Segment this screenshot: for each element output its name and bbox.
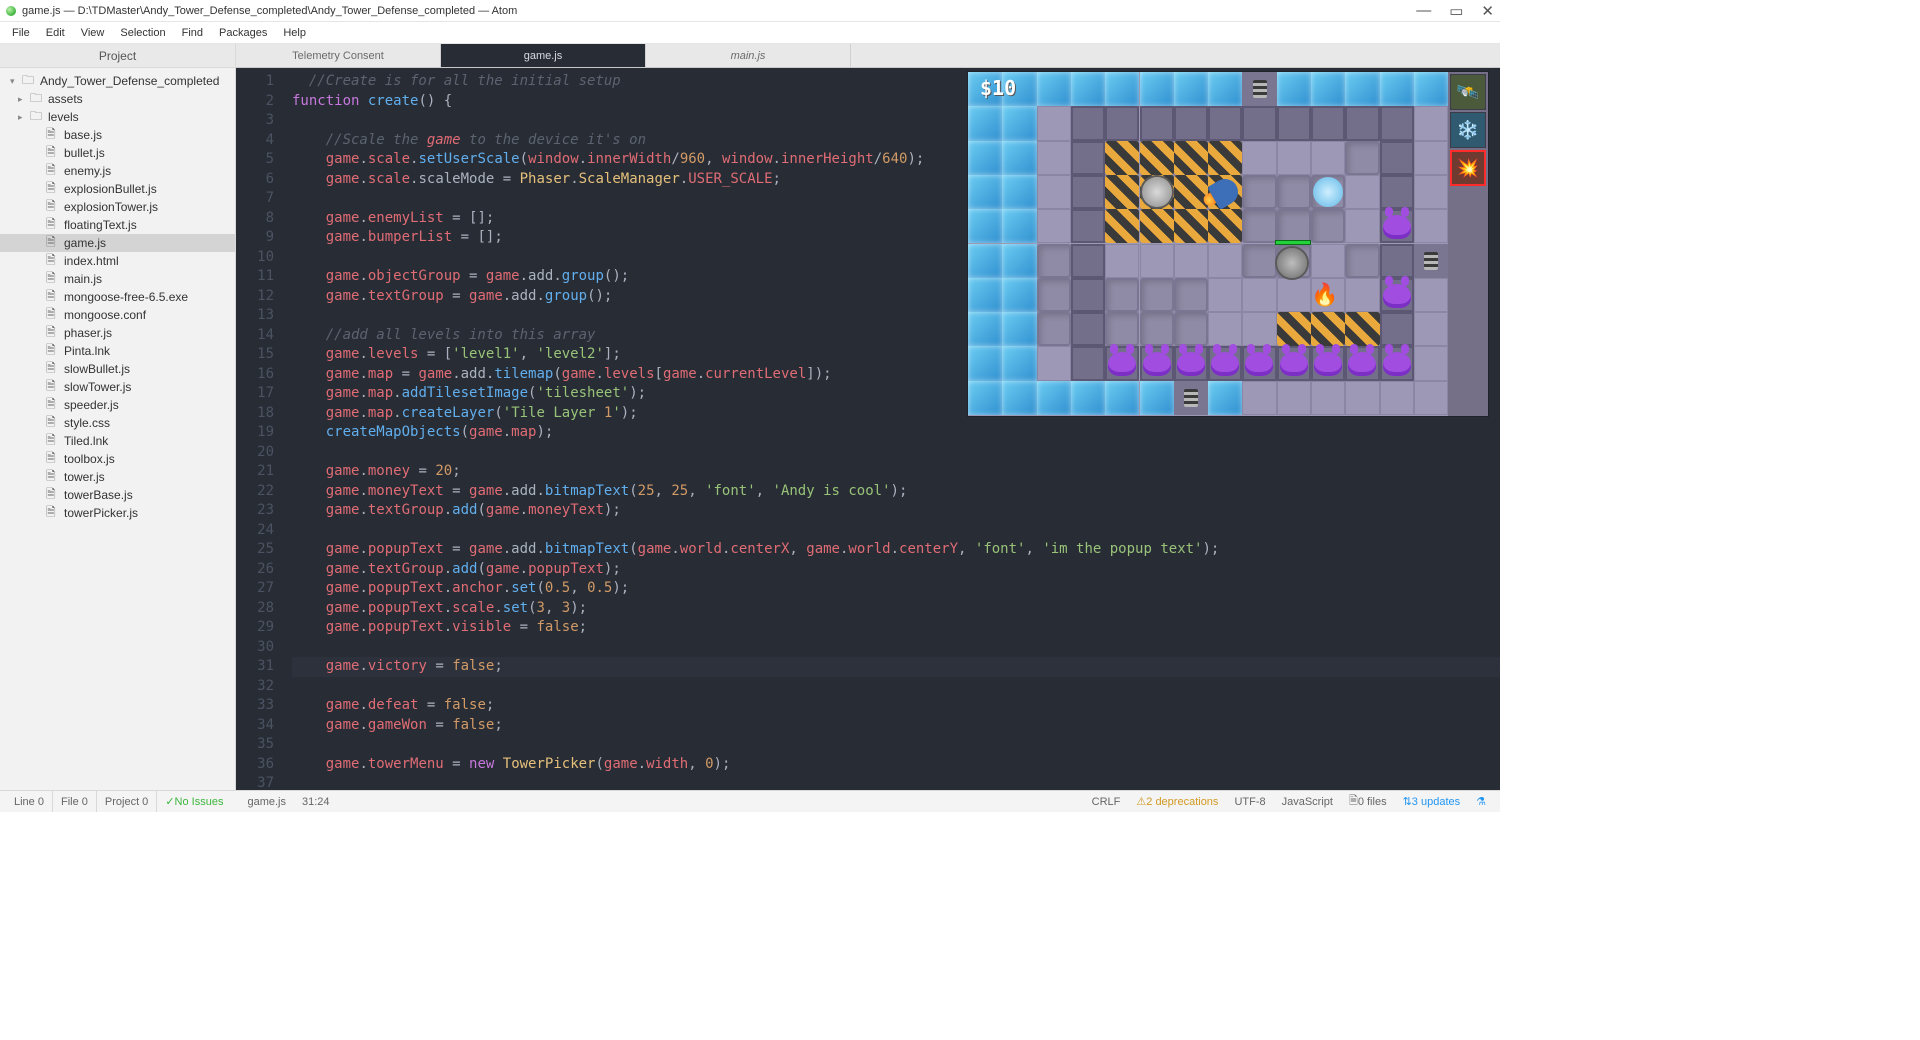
close-button[interactable]: ✕ <box>1481 2 1494 20</box>
status-line[interactable]: Line 0 <box>6 791 53 812</box>
tree-towerpicker-js[interactable]: 🗎towerPicker.js <box>0 504 235 522</box>
status-cursor: 31:24 <box>294 791 338 812</box>
tree-slowtower-js[interactable]: 🗎slowTower.js <box>0 378 235 396</box>
status-beaker-icon[interactable]: ⚗ <box>1468 791 1494 812</box>
title-bar: game.js — D:\TDMaster\Andy_Tower_Defense… <box>0 0 1500 22</box>
tree-tiled-lnk[interactable]: 🗎Tiled.lnk <box>0 432 235 450</box>
status-updates[interactable]: ⇅ 3 updates <box>1395 791 1469 812</box>
tree-game-js[interactable]: 🗎game.js <box>0 234 235 252</box>
tree-explosiontower-js[interactable]: 🗎explosionTower.js <box>0 198 235 216</box>
tower-picker: 🛰️ ❄️ 💥 <box>1448 72 1488 416</box>
tree-tower-js[interactable]: 🗎tower.js <box>0 468 235 486</box>
tree-assets[interactable]: ▸🗀assets <box>0 90 235 108</box>
tree-bullet-js[interactable]: 🗎bullet.js <box>0 144 235 162</box>
tree-andy-tower-defense-completed[interactable]: ▾🗀Andy_Tower_Defense_completed <box>0 72 235 90</box>
status-bar: Line 0 File 0 Project 0 ✓ No Issues game… <box>0 790 1500 812</box>
menu-file[interactable]: File <box>6 25 36 41</box>
tab-game-js[interactable]: game.js <box>441 44 646 67</box>
minimize-button[interactable]: — <box>1416 2 1431 20</box>
tree-base-js[interactable]: 🗎base.js <box>0 126 235 144</box>
app-icon <box>6 6 16 16</box>
tree-pinta-lnk[interactable]: 🗎Pinta.lnk <box>0 342 235 360</box>
game-grid: 🔥 <box>968 72 1448 416</box>
status-deprecations[interactable]: ⚠ 2 deprecations <box>1128 791 1226 812</box>
status-filename: game.js <box>239 791 294 812</box>
tower-option-2[interactable]: ❄️ <box>1450 112 1486 148</box>
tree-towerbase-js[interactable]: 🗎towerBase.js <box>0 486 235 504</box>
money-label: $10 <box>980 76 1016 100</box>
project-sidebar: Project ▾🗀Andy_Tower_Defense_completed▸🗀… <box>0 44 236 790</box>
game-preview: 🔥 $10 🛰️ ❄️ 💥 <box>968 72 1488 416</box>
window-controls: — ▭ ✕ <box>1416 2 1494 20</box>
tree-floatingtext-js[interactable]: 🗎floatingText.js <box>0 216 235 234</box>
menu-find[interactable]: Find <box>176 25 209 41</box>
tree-toolbox-js[interactable]: 🗎toolbox.js <box>0 450 235 468</box>
status-issues[interactable]: ✓ No Issues <box>157 791 231 812</box>
tower-option-3[interactable]: 💥 <box>1450 150 1486 186</box>
tower-option-1[interactable]: 🛰️ <box>1450 74 1486 110</box>
status-file[interactable]: File 0 <box>53 791 97 812</box>
tree-enemy-js[interactable]: 🗎enemy.js <box>0 162 235 180</box>
tree-phaser-js[interactable]: 🗎phaser.js <box>0 324 235 342</box>
file-tree[interactable]: ▾🗀Andy_Tower_Defense_completed▸🗀assets▸🗀… <box>0 68 235 526</box>
menu-edit[interactable]: Edit <box>40 25 71 41</box>
status-encoding[interactable]: UTF-8 <box>1226 791 1273 812</box>
status-deprecations-label: 2 deprecations <box>1146 796 1218 808</box>
tree-index-html[interactable]: 🗎index.html <box>0 252 235 270</box>
status-git[interactable]: 🗎 0 files <box>1341 791 1395 812</box>
tree-speeder-js[interactable]: 🗎speeder.js <box>0 396 235 414</box>
tree-main-js[interactable]: 🗎main.js <box>0 270 235 288</box>
menu-help[interactable]: Help <box>277 25 312 41</box>
window-title: game.js — D:\TDMaster\Andy_Tower_Defense… <box>22 5 517 17</box>
status-updates-label: 3 updates <box>1412 796 1460 808</box>
status-git-label: 0 files <box>1358 796 1387 808</box>
tree-slowbullet-js[interactable]: 🗎slowBullet.js <box>0 360 235 378</box>
status-project[interactable]: Project 0 <box>97 791 157 812</box>
maximize-button[interactable]: ▭ <box>1449 2 1463 20</box>
sidebar-title: Project <box>0 44 235 68</box>
line-gutter: 1234567891011121314151617181920212223242… <box>236 68 284 790</box>
status-language[interactable]: JavaScript <box>1274 791 1341 812</box>
tab-telemetry-consent[interactable]: Telemetry Consent <box>236 44 441 67</box>
tab-bar: Telemetry Consentgame.jsmain.js <box>236 44 1500 68</box>
menu-bar: FileEditViewSelection FindPackagesHelp <box>0 22 1500 44</box>
status-issues-label: No Issues <box>175 796 224 808</box>
menu-selection[interactable]: Selection <box>114 25 171 41</box>
status-eol[interactable]: CRLF <box>1084 791 1129 812</box>
tree-mongoose-conf[interactable]: 🗎mongoose.conf <box>0 306 235 324</box>
tree-style-css[interactable]: 🗎style.css <box>0 414 235 432</box>
editor-area: Telemetry Consentgame.jsmain.js 12345678… <box>236 44 1500 790</box>
menu-view[interactable]: View <box>75 25 111 41</box>
tree-mongoose-free-6-5-exe[interactable]: 🗎mongoose-free-6.5.exe <box>0 288 235 306</box>
tree-explosionbullet-js[interactable]: 🗎explosionBullet.js <box>0 180 235 198</box>
tree-levels[interactable]: ▸🗀levels <box>0 108 235 126</box>
menu-packages[interactable]: Packages <box>213 25 273 41</box>
tab-main-js[interactable]: main.js <box>646 44 851 67</box>
